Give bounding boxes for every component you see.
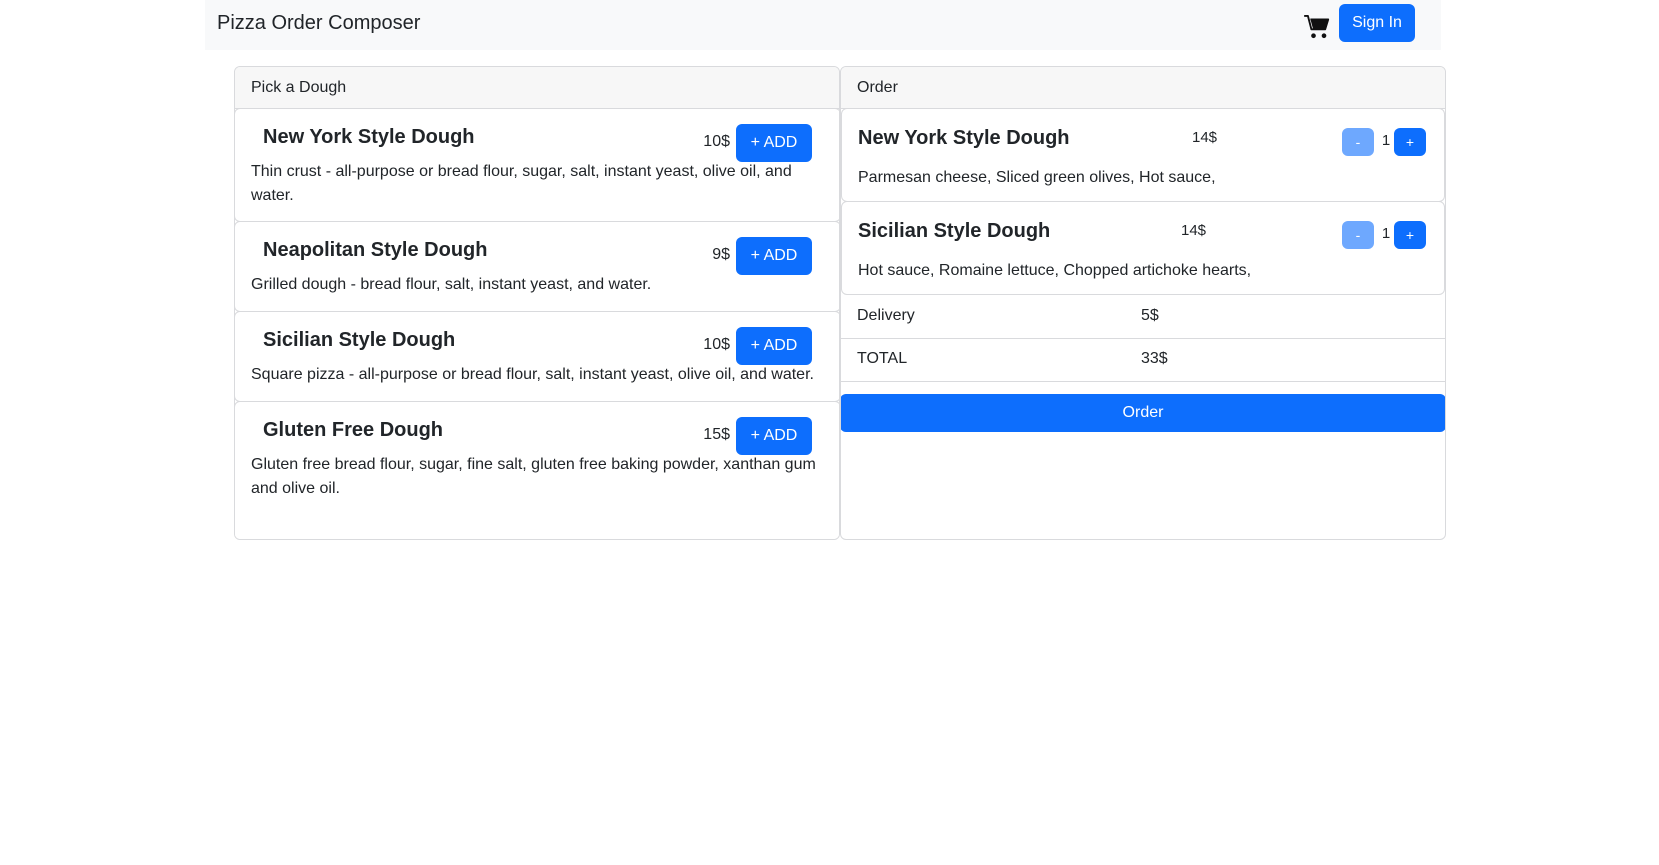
delivery-value: 5$ bbox=[1141, 307, 1159, 324]
dough-price: 10$ bbox=[703, 133, 730, 150]
order-panel-header: Order bbox=[841, 67, 1445, 109]
order-item-name: Sicilian Style Dough bbox=[858, 220, 1051, 242]
cart-icon[interactable] bbox=[1303, 13, 1331, 41]
dough-price: 10$ bbox=[703, 336, 730, 353]
add-neapolitan-button[interactable]: + ADD bbox=[736, 237, 812, 275]
increase-quantity-button[interactable]: + bbox=[1394, 221, 1426, 249]
dough-name: Neapolitan Style Dough bbox=[263, 239, 488, 261]
dough-item-sicilian: Sicilian Style Dough 10$ + ADD Square pi… bbox=[235, 311, 839, 402]
dough-item-gluten-free: Gluten Free Dough 15$ + ADD Gluten free … bbox=[235, 401, 839, 539]
total-row: TOTAL 33$ bbox=[841, 338, 1445, 382]
delivery-row: Delivery 5$ bbox=[841, 295, 1445, 339]
total-label: TOTAL bbox=[857, 350, 908, 367]
dough-description: Grilled dough - bread flour, salt, insta… bbox=[251, 276, 652, 293]
dough-price: 9$ bbox=[712, 246, 730, 263]
order-panel: Order New York Style Dough 14$ - 1 + Par… bbox=[840, 66, 1446, 540]
dough-name: Sicilian Style Dough bbox=[263, 329, 456, 351]
order-item-toppings: Parmesan cheese, Sliced green olives, Ho… bbox=[858, 169, 1216, 186]
delivery-label: Delivery bbox=[857, 307, 915, 324]
dough-description: Thin crust - all-purpose or bread flour,… bbox=[251, 163, 792, 204]
dough-item-new-york: New York Style Dough 10$ + ADD Thin crus… bbox=[235, 108, 839, 222]
dough-name: Gluten Free Dough bbox=[263, 419, 443, 441]
dough-item-neapolitan: Neapolitan Style Dough 9$ + ADD Grilled … bbox=[235, 221, 839, 312]
decrease-quantity-button[interactable]: - bbox=[1342, 221, 1374, 249]
total-value: 33$ bbox=[1141, 350, 1168, 367]
dough-panel: Pick a Dough New York Style Dough 10$ + … bbox=[234, 66, 840, 540]
order-item-price: 14$ bbox=[1181, 222, 1207, 239]
quantity-value: 1 bbox=[1381, 225, 1391, 242]
order-item-sicilian: Sicilian Style Dough 14$ - 1 + Hot sauce… bbox=[841, 201, 1445, 295]
dough-description: Gluten free bread flour, sugar, fine sal… bbox=[251, 456, 816, 497]
dough-description: Square pizza - all-purpose or bread flou… bbox=[251, 366, 814, 383]
brand-title[interactable]: Pizza Order Composer bbox=[217, 12, 420, 35]
order-button[interactable]: Order bbox=[841, 394, 1445, 432]
quantity-value: 1 bbox=[1381, 132, 1391, 149]
order-item-new-york: New York Style Dough 14$ - 1 + Parmesan … bbox=[841, 108, 1445, 202]
order-item-toppings: Hot sauce, Romaine lettuce, Chopped arti… bbox=[858, 262, 1252, 279]
decrease-quantity-button[interactable]: - bbox=[1342, 128, 1374, 156]
add-new-york-button[interactable]: + ADD bbox=[736, 124, 812, 162]
dough-name: New York Style Dough bbox=[263, 126, 475, 148]
increase-quantity-button[interactable]: + bbox=[1394, 128, 1426, 156]
sign-in-button[interactable]: Sign In bbox=[1339, 4, 1415, 42]
navbar: Pizza Order Composer Sign In bbox=[205, 0, 1441, 50]
order-item-name: New York Style Dough bbox=[858, 127, 1070, 149]
dough-panel-header: Pick a Dough bbox=[235, 67, 839, 109]
add-gluten-free-button[interactable]: + ADD bbox=[736, 417, 812, 455]
dough-price: 15$ bbox=[703, 426, 730, 443]
add-sicilian-button[interactable]: + ADD bbox=[736, 327, 812, 365]
order-item-price: 14$ bbox=[1192, 129, 1218, 146]
